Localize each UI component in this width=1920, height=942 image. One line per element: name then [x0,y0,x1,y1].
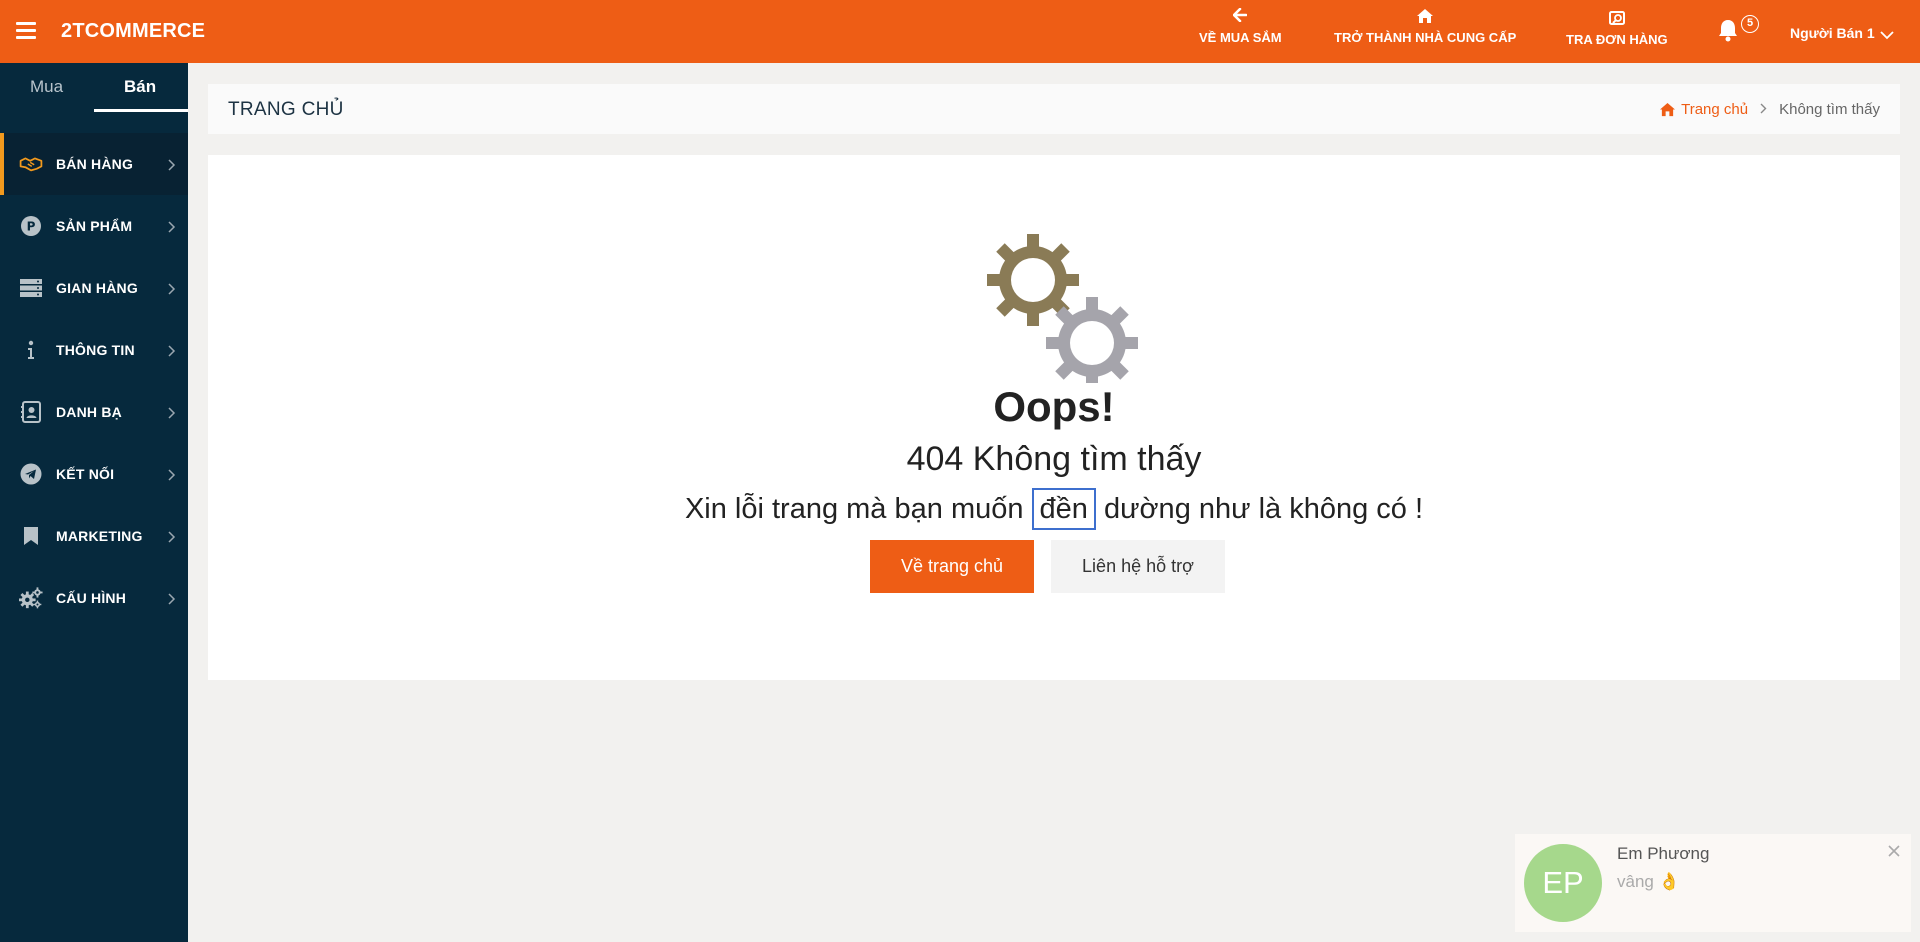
sidebar-item-san-pham[interactable]: P SẢN PHẨM [0,195,188,257]
handshake-icon [19,153,43,175]
breadcrumb-current: Không tìm thấy [1779,101,1880,118]
bookmark-icon [19,525,43,547]
sidebar-item-ban-hang[interactable]: BÁN HÀNG [0,133,188,195]
svg-text:P: P [27,220,36,234]
search-order-icon [1566,10,1668,32]
gears-icon [19,587,43,609]
sidebar-item-cau-hinh[interactable]: CẤU HÌNH [0,567,188,629]
chat-message: vâng 👌 [1617,872,1680,891]
nav-label: VỀ MUA SẮM [1199,30,1282,45]
chevron-right-icon [168,158,176,176]
sidebar-item-danh-ba[interactable]: DANH BẠ [0,381,188,443]
error-message-highlight: đền [1031,488,1096,530]
sidebar-item-label: DANH BẠ [56,404,122,420]
breadcrumb-home-label: Trang chủ [1681,101,1749,118]
sidebar-item-label: SẢN PHẨM [56,218,133,234]
chevron-right-icon [1760,101,1767,118]
arrow-left-icon [1199,8,1282,30]
error-message-part: dường như là không có ! [1104,493,1424,525]
nav-track-order[interactable]: TRA ĐƠN HÀNG [1566,10,1668,47]
sidebar-item-label: BÁN HÀNG [56,156,134,172]
close-icon[interactable] [1887,844,1901,863]
sidebar: Mua Bán BÁN HÀNG P SẢN PHẨM GIAN HÀNG TH… [0,63,188,942]
contact-support-button[interactable]: Liên hệ hỗ trợ [1051,540,1225,593]
chevron-right-icon [168,468,176,486]
bell-icon[interactable] [1717,18,1739,47]
contacts-icon [19,401,43,423]
nav-back-to-shopping[interactable]: VỀ MUA SẮM [1199,8,1282,45]
chevron-right-icon [168,220,176,238]
error-message-part: Xin lỗi trang mà bạn muốn [684,493,1024,525]
chat-sender-name: Em Phương [1617,844,1710,863]
chevron-right-icon [168,282,176,300]
tab-ban[interactable]: Bán [124,77,156,97]
error-card: Oops! 404 Không tìm thấy Xin lỗi trang m… [208,155,1900,680]
sidebar-menu: BÁN HÀNG P SẢN PHẨM GIAN HÀNG THÔNG TIN … [0,133,188,629]
sidebar-item-thong-tin[interactable]: THÔNG TIN [0,319,188,381]
chat-notification[interactable]: EP Em Phương vâng 👌 [1515,834,1911,932]
sidebar-item-label: THÔNG TIN [56,342,135,358]
sidebar-item-label: CẤU HÌNH [56,590,127,606]
go-home-button[interactable]: Về trang chủ [870,540,1034,593]
sidebar-item-label: GIAN HÀNG [56,280,138,296]
nav-label: TRA ĐƠN HÀNG [1566,32,1668,47]
chevron-down-icon[interactable] [1880,27,1894,45]
tab-mua[interactable]: Mua [30,77,63,97]
nav-become-supplier[interactable]: TRỞ THÀNH NHÀ CUNG CẤP [1334,8,1516,45]
info-icon [19,339,43,361]
sidebar-item-label: KẾT NỐI [56,466,115,482]
sidebar-tabs: Mua Bán [0,63,188,113]
error-oops-heading: Oops! [993,383,1115,430]
user-menu[interactable]: Người Bán 1 [1790,25,1875,41]
store-icon [19,277,43,299]
home-icon [1660,102,1676,117]
breadcrumb-home-link[interactable]: Trang chủ [1659,101,1748,118]
active-tab-indicator [94,109,188,112]
chevron-right-icon [168,344,176,362]
product-icon: P [19,215,43,237]
hamburger-menu-icon[interactable] [16,22,36,40]
notification-badge: 5 [1741,15,1759,33]
sidebar-item-gian-hang[interactable]: GIAN HÀNG [0,257,188,319]
brand-logo[interactable]: 2TCOMMERCE [61,20,205,43]
page-header: TRANG CHỦ Trang chủ Không tìm thấy [208,84,1900,134]
chevron-right-icon [168,530,176,548]
breadcrumb: Trang chủ Không tìm thấy [1659,101,1880,118]
chevron-right-icon [168,406,176,424]
avatar: EP [1524,844,1602,922]
sidebar-item-marketing[interactable]: MARKETING [0,505,188,567]
error-message: Xin lỗi trang mà bạn muốn đền dường như … [208,488,1900,530]
chevron-right-icon [168,592,176,610]
top-bar: 2TCOMMERCE VỀ MUA SẮM TRỞ THÀNH NHÀ CUNG… [0,0,1920,63]
error-title: 404 Không tìm thấy [906,440,1202,478]
sidebar-item-ket-noi[interactable]: KẾT NỐI [0,443,188,505]
telegram-icon [19,463,43,485]
gears-illustration-icon [978,223,1138,389]
sidebar-item-label: MARKETING [56,528,143,544]
nav-label: TRỞ THÀNH NHÀ CUNG CẤP [1334,30,1517,45]
page-title: TRANG CHỦ [228,99,344,120]
home-icon [1334,8,1516,30]
